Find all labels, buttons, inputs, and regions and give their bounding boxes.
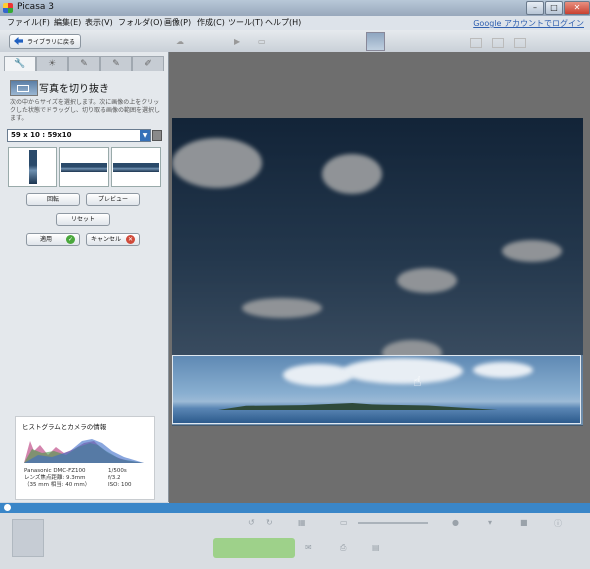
brush-icon: ☀	[47, 59, 57, 69]
crop-preset-wide-2[interactable]	[111, 147, 161, 187]
tab-tuning[interactable]: ☀	[36, 56, 68, 71]
menu-create[interactable]: 作成(C)	[197, 17, 225, 28]
histogram-title: ヒストグラムとカメラの情報	[22, 423, 107, 431]
maximize-button[interactable]: □	[545, 1, 563, 15]
menu-file[interactable]: ファイル(F)	[7, 17, 50, 28]
photo-canvas[interactable]: ☝	[172, 118, 583, 426]
crop-icon	[10, 80, 38, 96]
iso: ISO: 100	[108, 482, 132, 488]
picasa-logo-icon	[3, 3, 13, 13]
person-icon[interactable]: ●	[452, 518, 459, 527]
apply-button[interactable]: 適用 ✓	[26, 233, 80, 246]
x-icon: ✕	[126, 235, 135, 244]
window-title: Picasa 3	[17, 2, 54, 12]
edit-tabs: 🔧 ☀ ✎ ✎ ✐	[4, 56, 164, 71]
print-icon[interactable]: ⎙	[340, 543, 346, 553]
aperture: f/3.2	[108, 475, 121, 481]
info-icon[interactable]: ⓘ	[554, 518, 562, 529]
check-icon: ✓	[66, 235, 75, 244]
rotate-button[interactable]: 回転	[26, 193, 80, 206]
back-to-library-label: ライブラリに戻る	[27, 39, 76, 46]
status-bar	[0, 503, 590, 513]
crop-selection[interactable]	[172, 355, 581, 424]
menu-edit[interactable]: 編集(E)	[54, 17, 81, 28]
crop-size-value: 59 x 10 : 59x10	[11, 131, 72, 139]
menu-help[interactable]: ヘルプ(H)	[265, 17, 301, 28]
cancel-button[interactable]: キャンセル ✕	[86, 233, 140, 246]
back-arrow-icon	[14, 37, 23, 45]
crop-preset-portrait[interactable]	[8, 147, 57, 187]
tag-icon[interactable]: ▾	[488, 518, 492, 527]
export-icon[interactable]: ▤	[372, 543, 380, 552]
camera-model: Panasonic DMC-FZ100	[24, 468, 86, 474]
brush-icon: ✐	[144, 59, 152, 69]
picasa-window: Picasa 3 – □ ✕ ファイル(F) 編集(E) 表示(V) フォルダ(…	[0, 0, 590, 569]
preset-image	[113, 163, 159, 172]
focal-length-35mm: （35 mm 相当: 40 mm）	[24, 482, 91, 488]
reset-button[interactable]: リセット	[56, 213, 110, 226]
menu-picture[interactable]: 画像(P)	[164, 17, 191, 28]
back-to-library-button[interactable]: ライブラリに戻る	[9, 34, 81, 49]
island	[218, 403, 498, 410]
histogram-graph	[24, 439, 144, 463]
panel-title: 写真を切り抜き	[39, 84, 109, 95]
crop-mask-bottom	[172, 425, 583, 426]
zoom-slider[interactable]	[358, 522, 428, 524]
focal-length: レンズ焦点距離: 9.3mm	[24, 475, 86, 481]
chevron-down-icon[interactable]: ▼	[140, 130, 150, 141]
email-icon[interactable]: ✉	[305, 543, 312, 552]
account-login-link[interactable]: Google アカウントでログイン	[473, 18, 584, 29]
histogram-camera-info: ヒストグラムとカメラの情報 Panasonic DMC-FZ100 レンズ焦点距…	[15, 416, 155, 500]
tray-thumbnail[interactable]	[12, 519, 44, 557]
cloud	[283, 364, 353, 386]
wrench-icon: 🔧	[14, 59, 26, 69]
crop-mask-top	[172, 118, 583, 355]
share-icon[interactable]: ☁	[176, 37, 184, 46]
crop-size-select[interactable]: 59 x 10 : 59x10 ▼	[7, 129, 151, 142]
preset-image	[61, 163, 107, 172]
cloud	[473, 362, 533, 378]
edit-sidebar: 🔧 ☀ ✎ ✎ ✐ 写真を切り抜き 次の中からサイズを選択します。次に画像の上を…	[0, 52, 169, 502]
crop-preset-wide[interactable]	[59, 147, 109, 187]
close-button[interactable]: ✕	[564, 1, 590, 15]
slideshow-icon[interactable]: ▭	[258, 37, 266, 46]
rotate-left-icon[interactable]: ↺	[248, 518, 255, 527]
photo-thumbnail-mini[interactable]	[366, 32, 385, 51]
image-icon[interactable]: ▭	[340, 518, 348, 527]
comment-icon[interactable]: ■	[520, 518, 528, 527]
trash-icon[interactable]	[152, 130, 162, 141]
title-bar: Picasa 3 – □ ✕	[0, 0, 590, 16]
cloud	[343, 358, 463, 384]
play-icon[interactable]: ▶	[234, 37, 240, 46]
apply-label: 適用	[39, 236, 52, 243]
tab-effects[interactable]: ✎	[68, 56, 100, 71]
view-mode-icon[interactable]	[514, 38, 526, 48]
cancel-label: キャンセル	[90, 236, 121, 243]
view-mode-icon[interactable]	[492, 38, 504, 48]
crop-instructions: 次の中からサイズを選択します。次に画像の上をクリックした状態でドラッグし、切り取…	[10, 99, 161, 122]
photo-tray: ↺ ↻ ▦ ▭ ● ▾ ■ ⓘ ✉ ⎙ ▤	[0, 513, 590, 569]
menu-tools[interactable]: ツール(T)	[228, 17, 263, 28]
preset-image	[29, 150, 37, 184]
view-mode-icon[interactable]	[470, 38, 482, 48]
preview-button[interactable]: プレビュー	[86, 193, 140, 206]
hand-cursor-icon: ☝	[413, 374, 422, 390]
status-icon[interactable]	[4, 504, 11, 511]
minimize-button[interactable]: –	[526, 1, 544, 15]
menu-folder[interactable]: フォルダ(O)	[118, 17, 163, 28]
tab-basic-fixes[interactable]: 🔧	[4, 56, 36, 71]
upload-button[interactable]	[213, 538, 295, 558]
grid-icon[interactable]: ▦	[298, 518, 306, 527]
menu-bar: ファイル(F) 編集(E) 表示(V) フォルダ(O) 画像(P) 作成(C) …	[0, 16, 590, 30]
rotate-right-icon[interactable]: ↻	[266, 518, 273, 527]
tab-effects-3[interactable]: ✐	[132, 56, 164, 71]
shutter-speed: 1/500s	[108, 468, 127, 474]
menu-view[interactable]: 表示(V)	[85, 17, 113, 28]
pencil-icon: ✎	[80, 59, 88, 69]
pencil-icon: ✎	[112, 59, 120, 69]
tab-effects-2[interactable]: ✎	[100, 56, 132, 71]
